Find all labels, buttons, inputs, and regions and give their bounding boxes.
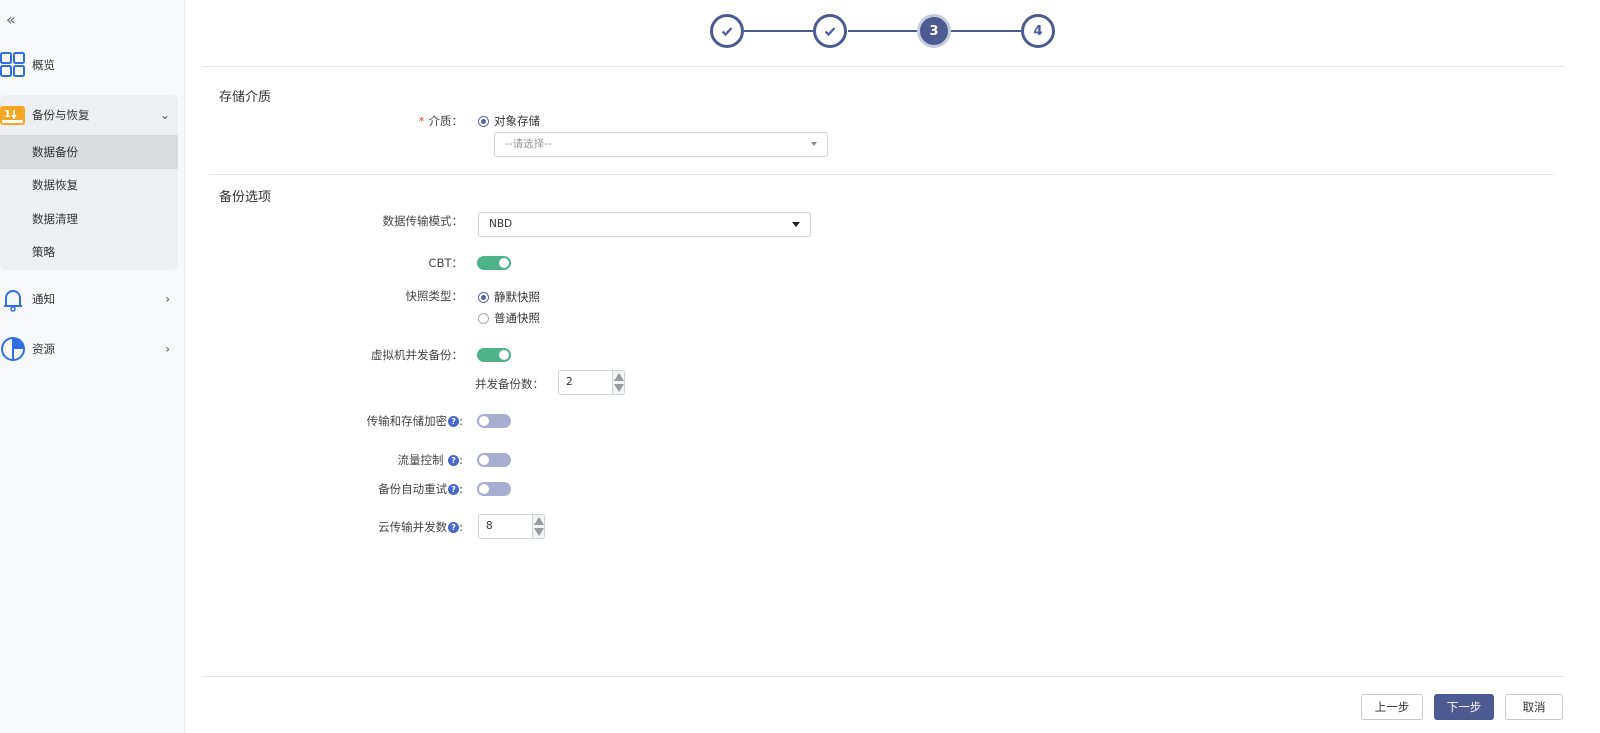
stepper-connector xyxy=(951,30,1021,32)
sidebar-item-label: 资源 xyxy=(32,342,55,356)
sidebar-item-backup-restore[interactable]: 1 备份与恢复 ⌄ xyxy=(0,98,178,132)
number-value: 8 xyxy=(486,520,493,532)
concurrent-count-input[interactable]: 2 xyxy=(558,370,625,395)
cbt-label: CBT： xyxy=(428,256,463,270)
number-spinner[interactable] xyxy=(612,371,624,394)
divider xyxy=(210,174,1554,175)
sidebar-item-notify[interactable]: 通知 › xyxy=(0,282,178,316)
radio-label: 静默快照 xyxy=(494,290,540,304)
sidebar-item-label: 概览 xyxy=(32,58,55,72)
toggle-knob xyxy=(479,484,489,494)
svg-text:1: 1 xyxy=(4,109,11,120)
number-spinner[interactable] xyxy=(532,515,544,538)
toggle-knob xyxy=(479,455,489,465)
collapse-sidebar-icon[interactable]: « xyxy=(6,10,16,30)
sidebar-item-resources[interactable]: 资源 › xyxy=(0,332,178,366)
spin-down-icon xyxy=(534,528,544,536)
vm-concurrent-toggle[interactable] xyxy=(477,348,511,362)
select-placeholder: --请选择-- xyxy=(505,138,552,150)
caret-down-icon xyxy=(811,142,817,146)
concurrent-count-label: 并发备份数： xyxy=(475,377,544,391)
cancel-button[interactable]: 取消 xyxy=(1505,694,1563,720)
snapshot-type-label: 快照类型： xyxy=(405,289,464,303)
encryption-label: 传输和存储加密?: xyxy=(300,413,463,429)
help-icon[interactable]: ? xyxy=(448,416,460,427)
prev-step-button[interactable]: 上一步 xyxy=(1361,694,1423,720)
colon: : xyxy=(459,414,463,428)
toggle-knob xyxy=(499,258,509,268)
pie-icon xyxy=(1,337,25,361)
storage-select[interactable]: --请选择-- xyxy=(494,132,828,157)
sidebar-item-label: 备份与恢复 xyxy=(32,108,90,122)
flow-control-toggle[interactable] xyxy=(477,453,511,467)
medium-label-text: 介质： xyxy=(428,114,464,128)
section-title-backup: 备份选项 xyxy=(219,190,272,205)
cbt-toggle[interactable] xyxy=(477,256,511,270)
help-icon[interactable]: ? xyxy=(448,484,460,495)
colon: : xyxy=(459,520,463,534)
spin-up-icon xyxy=(614,373,624,381)
grid-icon xyxy=(0,52,25,77)
colon: : xyxy=(459,482,463,496)
bell-icon xyxy=(4,290,22,312)
required-mark: * xyxy=(418,114,425,128)
step-2 xyxy=(813,14,847,48)
radio-dot xyxy=(478,115,489,127)
help-icon[interactable]: ? xyxy=(448,522,460,533)
cloud-concurrency-label-text: 云传输并发数 xyxy=(378,520,448,534)
auto-retry-label-text: 备份自动重试 xyxy=(378,482,448,496)
chevron-right-icon: › xyxy=(165,342,170,356)
radio-label: 普通快照 xyxy=(494,311,540,325)
toggle-knob xyxy=(479,416,489,426)
encryption-label-text: 传输和存储加密 xyxy=(366,414,448,428)
sidebar-item-label: 通知 xyxy=(32,292,55,306)
divider xyxy=(202,66,1564,67)
check-icon xyxy=(824,27,836,37)
cloud-concurrency-label: 云传输并发数?: xyxy=(300,519,463,535)
step-1 xyxy=(710,14,744,48)
radio-label: 对象存储 xyxy=(494,114,540,128)
section-title-storage: 存储介质 xyxy=(219,90,272,105)
sidebar: « 概览 1 备份与恢复 ⌄ 数据备份 数据恢复 数据清理 策略 通知 › 资源… xyxy=(0,0,185,733)
stepper-connector xyxy=(744,30,814,32)
divider xyxy=(202,676,1564,677)
sidebar-subitem-data-backup[interactable]: 数据备份 xyxy=(0,135,178,169)
select-value: NBD xyxy=(489,218,513,230)
check-icon xyxy=(721,27,733,37)
sidebar-subitem-policy[interactable]: 策略 xyxy=(0,235,178,269)
auto-retry-toggle[interactable] xyxy=(477,482,511,496)
chevron-right-icon: › xyxy=(165,292,170,306)
radio-dot xyxy=(478,291,489,303)
radio-dot xyxy=(478,312,489,324)
sidebar-item-overview[interactable]: 概览 xyxy=(0,48,178,82)
encryption-toggle[interactable] xyxy=(477,414,511,428)
colon: : xyxy=(459,453,463,467)
spin-down-icon xyxy=(614,384,624,392)
vm-concurrent-label: 虚拟机并发备份： xyxy=(371,348,463,362)
snapshot-radio-normal[interactable]: 普通快照 xyxy=(478,310,540,326)
spin-up-icon xyxy=(534,517,544,525)
backup-icon: 1 xyxy=(0,106,25,125)
transfer-mode-select[interactable]: NBD xyxy=(478,212,811,237)
medium-radio-object-storage[interactable]: 对象存储 xyxy=(478,113,540,129)
help-icon[interactable]: ? xyxy=(448,455,460,466)
sidebar-subitem-data-cleanup[interactable]: 数据清理 xyxy=(0,202,178,236)
flow-control-label: 流量控制 ?: xyxy=(300,452,463,468)
step-3: 3 xyxy=(917,14,951,48)
medium-label: * 介质： xyxy=(380,113,463,129)
snapshot-radio-quiesced[interactable]: 静默快照 xyxy=(478,289,540,305)
auto-retry-label: 备份自动重试?: xyxy=(300,481,463,497)
flow-control-label-text: 流量控制 xyxy=(397,453,444,467)
next-step-button[interactable]: 下一步 xyxy=(1434,694,1494,720)
chevron-down-icon: ⌄ xyxy=(159,108,170,122)
step-4: 4 xyxy=(1021,14,1055,48)
transfer-mode-label: 数据传输模式： xyxy=(382,214,464,228)
cloud-concurrency-input[interactable]: 8 xyxy=(478,514,545,539)
number-value: 2 xyxy=(566,376,573,388)
stepper-connector xyxy=(848,30,918,32)
sidebar-subitem-data-restore[interactable]: 数据恢复 xyxy=(0,168,178,202)
toggle-knob xyxy=(499,350,509,360)
caret-down-icon xyxy=(792,222,800,227)
